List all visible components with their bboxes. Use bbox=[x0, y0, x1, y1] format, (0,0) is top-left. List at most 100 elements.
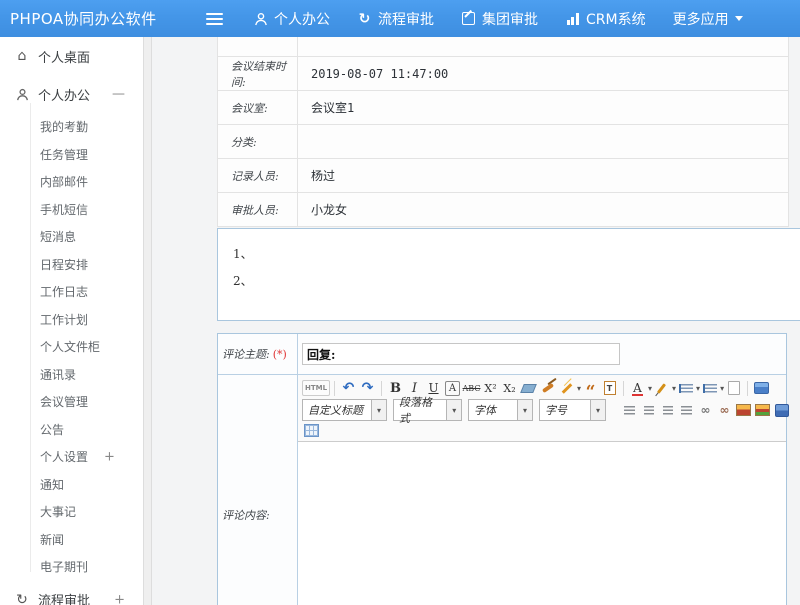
fullscreen-icon[interactable] bbox=[752, 379, 771, 397]
italic-icon[interactable]: I bbox=[405, 379, 424, 397]
row-label: 记录人员: bbox=[218, 159, 298, 192]
hamburger-menu-icon[interactable] bbox=[206, 13, 223, 25]
highlight-pen-icon[interactable] bbox=[652, 379, 671, 397]
insert-image-icon bbox=[736, 404, 751, 416]
sidebar-scrollbar[interactable] bbox=[144, 37, 152, 605]
comment-subject-input[interactable] bbox=[302, 343, 620, 365]
nav-crm-system[interactable]: CRM系统 bbox=[565, 9, 646, 29]
strikethrough-icon[interactable]: ABC bbox=[462, 379, 481, 397]
sidebar-item-personal-office[interactable]: 个人办公— bbox=[0, 75, 143, 113]
expand-icon[interactable]: + bbox=[114, 592, 125, 605]
paste-text-icon[interactable]: T bbox=[600, 379, 619, 397]
row-value bbox=[298, 125, 788, 158]
dropdown-caret-icon[interactable]: ▾ bbox=[371, 400, 386, 420]
blockquote-icon[interactable]: “ bbox=[581, 375, 600, 401]
paragraph-format-select[interactable]: 段落格式▾ bbox=[393, 399, 462, 421]
sidebar-item-task-management[interactable]: 任务管理 bbox=[0, 141, 143, 169]
heading-select[interactable]: 自定义标题▾ bbox=[302, 399, 387, 421]
undo-icon[interactable]: ↶ bbox=[339, 379, 358, 397]
sidebar-item-short-message[interactable]: 短消息 bbox=[0, 223, 143, 251]
app-window: PHPOA协同办公软件 个人办公 ↻ 流程审批 集团审批 CRM系统 更多应用 … bbox=[0, 0, 800, 605]
sidebar-item-meeting-management[interactable]: 会议管理 bbox=[0, 388, 143, 416]
sidebar-item-label: 工作计划 bbox=[40, 311, 88, 328]
row-value: 杨过 bbox=[298, 159, 788, 192]
dropdown-caret-icon[interactable]: ▾ bbox=[517, 400, 532, 420]
font-family-select[interactable]: 字体▾ bbox=[468, 399, 533, 421]
row-label: 会议结束时间: bbox=[218, 57, 298, 90]
format-brush-icon[interactable] bbox=[538, 379, 557, 397]
unlink-icon[interactable]: ∞ bbox=[715, 401, 734, 419]
rich-text-editor: HTML↶↷BIUAABCX²X₂▾“TA▾▾▾▾ 自定义标题▾段落格式▾字体▾… bbox=[298, 375, 786, 605]
insert-table-icon[interactable] bbox=[302, 421, 321, 439]
align-right-icon[interactable] bbox=[658, 401, 677, 419]
html-source-button[interactable]: HTML bbox=[302, 380, 330, 396]
quick-format-icon[interactable] bbox=[557, 379, 576, 397]
editor-toolbar: HTML↶↷BIUAABCX²X₂▾“TA▾▾▾▾ 自定义标题▾段落格式▾字体▾… bbox=[298, 375, 786, 442]
underline-icon[interactable]: U bbox=[424, 379, 443, 397]
eraser-icon[interactable] bbox=[519, 379, 538, 397]
align-right-icon bbox=[663, 406, 673, 415]
sidebar-item-work-log[interactable]: 工作日志 bbox=[0, 278, 143, 306]
person-icon bbox=[14, 88, 30, 101]
process-icon: ↻ bbox=[357, 11, 372, 26]
collapse-icon[interactable]: — bbox=[112, 87, 125, 102]
sidebar-item-announcement[interactable]: 公告 bbox=[0, 416, 143, 444]
sidebar-item-work-plan[interactable]: 工作计划 bbox=[0, 306, 143, 334]
meeting-form-table: 会议结束时间: 2019-08-07 11:47:00 会议室: 会议室1 分类… bbox=[217, 37, 789, 227]
sidebar-item-memorabilia[interactable]: 大事记 bbox=[0, 498, 143, 526]
sidebar-item-schedule[interactable]: 日程安排 bbox=[0, 251, 143, 279]
dropdown-caret-icon[interactable]: ▾ bbox=[446, 400, 461, 420]
comment-subject-label: 评论主题: (*) bbox=[218, 334, 298, 374]
sidebar-item-my-attendance[interactable]: 我的考勤 bbox=[0, 113, 143, 141]
upload-image-icon[interactable] bbox=[753, 401, 772, 419]
sidebar-item-internal-mail[interactable]: 内部邮件 bbox=[0, 168, 143, 196]
sidebar-item-personal-settings[interactable]: 个人设置 + bbox=[0, 443, 143, 471]
app-title: PHPOA协同办公软件 bbox=[0, 8, 206, 29]
comment-content-row: 评论内容: HTML↶↷BIUAABCX²X₂▾“TA▾▾▾▾ 自定义标题▾段落… bbox=[218, 375, 786, 605]
font-box-icon[interactable]: A bbox=[445, 381, 460, 396]
nav-workflow-approval[interactable]: ↻ 流程审批 bbox=[357, 9, 434, 29]
expand-icon[interactable]: + bbox=[104, 449, 115, 464]
nav-group-approval[interactable]: 集团审批 bbox=[461, 9, 538, 29]
sidebar-item-label: 手机短信 bbox=[40, 201, 88, 218]
subscript-icon[interactable]: X₂ bbox=[500, 379, 519, 397]
insert-media-icon[interactable] bbox=[772, 401, 791, 419]
top-navigation-bar: PHPOA协同办公软件 个人办公 ↻ 流程审批 集团审批 CRM系统 更多应用 bbox=[0, 0, 800, 37]
row-value: 会议室1 bbox=[298, 91, 788, 124]
new-page-icon[interactable] bbox=[724, 379, 743, 397]
link-icon[interactable]: ∞ bbox=[696, 401, 715, 419]
bold-icon[interactable]: B bbox=[386, 379, 405, 397]
sidebar-item-label: 个人设置 bbox=[40, 448, 88, 465]
align-center-icon[interactable] bbox=[639, 401, 658, 419]
comment-form-table: 评论主题: (*) 评论内容: HTML↶↷BIUAABCX²X₂▾“TA▾▾▾… bbox=[217, 333, 787, 605]
upload-image-icon bbox=[755, 404, 770, 416]
table-row bbox=[218, 37, 788, 57]
font-size-select[interactable]: 字号▾ bbox=[539, 399, 606, 421]
toolbar-separator bbox=[381, 381, 382, 396]
sidebar-item-e-journal[interactable]: 电子期刊 bbox=[0, 553, 143, 581]
paste-text-icon: T bbox=[604, 381, 616, 395]
sidebar-item-workflow-approval[interactable]: ↻流程审批+ bbox=[0, 581, 143, 605]
sidebar-item-personal-file-cabinet[interactable]: 个人文件柜 bbox=[0, 333, 143, 361]
new-page-icon bbox=[728, 381, 740, 395]
insert-image-icon[interactable] bbox=[734, 401, 753, 419]
align-justify-icon[interactable] bbox=[677, 401, 696, 419]
row-label: 会议室: bbox=[218, 91, 298, 124]
nav-personal-office[interactable]: 个人办公 bbox=[253, 9, 330, 29]
sidebar-item-personal-desktop[interactable]: ⌂个人桌面 bbox=[0, 37, 143, 75]
sidebar-item-notice[interactable]: 通知 bbox=[0, 471, 143, 499]
sidebar-item-news[interactable]: 新闻 bbox=[0, 526, 143, 554]
font-color-icon[interactable]: A bbox=[628, 379, 647, 397]
editor-body[interactable] bbox=[298, 442, 786, 605]
redo-icon[interactable]: ↷ bbox=[358, 379, 377, 397]
unordered-list-icon[interactable] bbox=[700, 379, 719, 397]
ordered-list-icon bbox=[679, 384, 693, 393]
align-left-icon[interactable] bbox=[620, 401, 639, 419]
sidebar-item-contacts[interactable]: 通讯录 bbox=[0, 361, 143, 389]
sidebar-item-label: 任务管理 bbox=[40, 146, 88, 163]
superscript-icon[interactable]: X² bbox=[481, 379, 500, 397]
nav-more-apps[interactable]: 更多应用 bbox=[673, 9, 743, 29]
sidebar-item-mobile-sms[interactable]: 手机短信 bbox=[0, 196, 143, 224]
dropdown-caret-icon[interactable]: ▾ bbox=[590, 400, 605, 420]
ordered-list-icon[interactable] bbox=[676, 379, 695, 397]
